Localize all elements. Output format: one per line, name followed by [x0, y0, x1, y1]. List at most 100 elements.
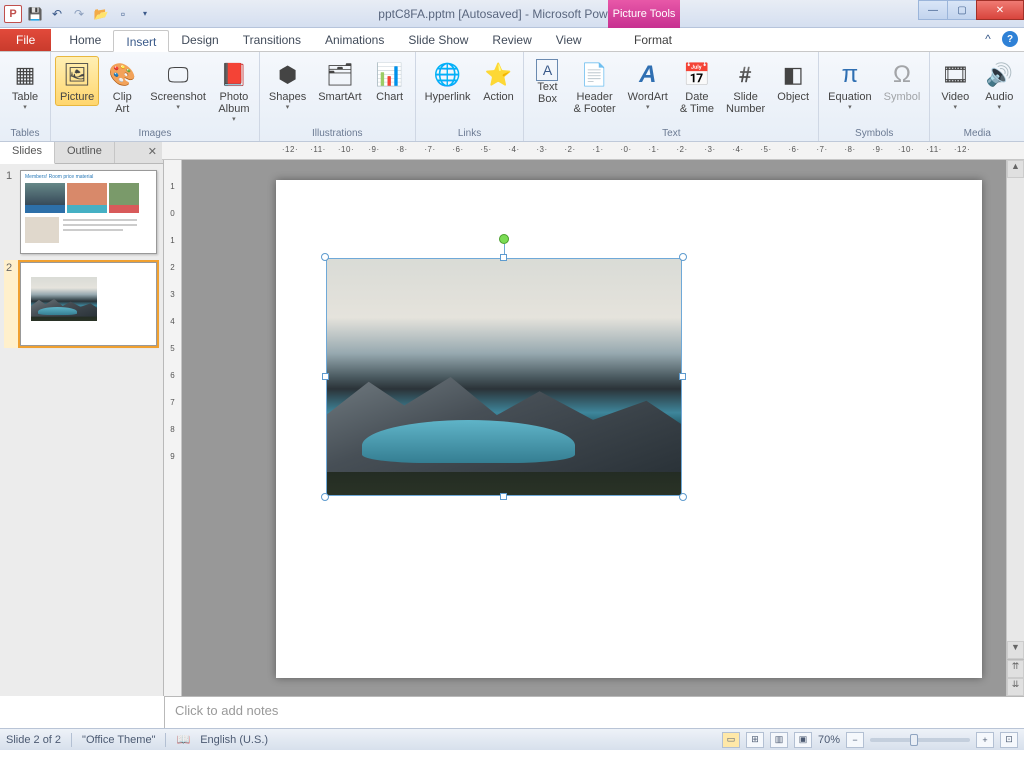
resize-handle-nw[interactable]	[321, 253, 329, 261]
slide-thumbnail-1[interactable]: 1 Members! Room price material	[6, 170, 157, 254]
zoom-thumb[interactable]	[910, 734, 918, 746]
resize-handle-sw[interactable]	[321, 493, 329, 501]
ribbon-tabs: File Home Insert Design Transitions Anim…	[0, 28, 1024, 52]
theme-indicator[interactable]: "Office Theme"	[82, 734, 155, 746]
design-tab[interactable]: Design	[169, 29, 230, 51]
audio-button[interactable]: 🔊Audio▾	[978, 56, 1020, 114]
window-controls: — ▢ ✕	[919, 0, 1024, 20]
zoom-level[interactable]: 70%	[818, 734, 840, 746]
fit-window-button[interactable]: ⊡	[1000, 732, 1018, 748]
zoom-out-button[interactable]: −	[846, 732, 864, 748]
clipart-icon: 🎨	[106, 59, 138, 91]
screenshot-icon: 🖵	[162, 59, 194, 91]
sorter-view-button[interactable]: ⊞	[746, 732, 764, 748]
rotate-handle[interactable]	[499, 234, 509, 244]
slides-panel: Slides Outline ✕ 1 Members! Room price m…	[0, 142, 164, 696]
slideshow-view-button[interactable]: ▣	[794, 732, 812, 748]
shapes-button[interactable]: ⬢Shapes▾	[264, 56, 311, 114]
home-tab[interactable]: Home	[57, 29, 113, 51]
wordart-button[interactable]: AWordArt▾	[623, 56, 673, 114]
resize-handle-se[interactable]	[679, 493, 687, 501]
clipart-button[interactable]: 🎨Clip Art	[101, 56, 143, 118]
format-tab[interactable]: Format	[622, 29, 684, 51]
resize-handle-ne[interactable]	[679, 253, 687, 261]
prev-slide-icon[interactable]: ⇈	[1007, 660, 1024, 678]
slide-indicator[interactable]: Slide 2 of 2	[6, 734, 61, 746]
group-tables: ▦Table▾ Tables	[0, 52, 51, 141]
view-tab[interactable]: View	[544, 29, 594, 51]
vertical-ruler[interactable]: 10123456789	[164, 160, 182, 696]
group-label-text: Text	[528, 127, 814, 141]
resize-handle-s[interactable]	[500, 493, 507, 500]
group-links: 🌐Hyperlink ⭐Action Links	[416, 52, 525, 141]
smartart-icon: 🗂	[324, 59, 356, 91]
textbox-button[interactable]: AText Box	[528, 56, 566, 108]
vertical-scrollbar[interactable]: ▲ ▼ ⇈ ⇊	[1006, 160, 1024, 696]
normal-view-button[interactable]: ▭	[722, 732, 740, 748]
outline-tab[interactable]: Outline	[55, 142, 115, 163]
maximize-button[interactable]: ▢	[947, 0, 977, 20]
smartart-button[interactable]: 🗂SmartArt	[313, 56, 366, 106]
save-icon[interactable]: 💾	[26, 5, 44, 23]
new-icon[interactable]: ▫	[114, 5, 132, 23]
file-tab[interactable]: File	[0, 29, 51, 51]
slidenumber-button[interactable]: #️Slide Number	[721, 56, 770, 118]
audio-icon: 🔊	[983, 59, 1015, 91]
selected-picture[interactable]	[326, 258, 682, 496]
screenshot-button[interactable]: 🖵Screenshot▾	[145, 56, 211, 114]
zoom-in-button[interactable]: +	[976, 732, 994, 748]
open-icon[interactable]: 📂	[92, 5, 110, 23]
close-panel-icon[interactable]: ✕	[142, 142, 163, 163]
picture-button[interactable]: 🖼Picture	[55, 56, 99, 106]
close-button[interactable]: ✕	[976, 0, 1024, 20]
slides-tab[interactable]: Slides	[0, 142, 55, 164]
action-button[interactable]: ⭐Action	[477, 56, 519, 106]
table-button[interactable]: ▦Table▾	[4, 56, 46, 114]
scroll-down-icon[interactable]: ▼	[1007, 641, 1024, 659]
headerfooter-button[interactable]: 📄Header & Footer	[568, 56, 620, 118]
slide-canvas[interactable]	[276, 180, 982, 678]
minimize-ribbon-icon[interactable]: ^	[980, 31, 996, 47]
undo-icon[interactable]: ↶	[48, 5, 66, 23]
slide-canvas-area[interactable]	[182, 160, 1006, 696]
language-indicator[interactable]: English (U.S.)	[200, 734, 268, 746]
spellcheck-icon[interactable]: 📖	[176, 733, 190, 746]
video-button[interactable]: 🎞Video▾	[934, 56, 976, 114]
zoom-slider[interactable]	[870, 738, 970, 742]
equation-button[interactable]: πEquation▾	[823, 56, 876, 114]
insert-tab[interactable]: Insert	[113, 30, 169, 52]
shapes-icon: ⬢	[272, 59, 304, 91]
slide-thumbnail-2[interactable]: 2	[4, 260, 159, 348]
slideshow-tab[interactable]: Slide Show	[396, 29, 480, 51]
qat-more-icon[interactable]: ▾	[136, 5, 154, 23]
object-button[interactable]: ◧Object	[772, 56, 814, 106]
group-text: AText Box 📄Header & Footer AWordArt▾ 📅Da…	[524, 52, 819, 141]
scroll-up-icon[interactable]: ▲	[1007, 160, 1024, 178]
datetime-button[interactable]: 📅Date & Time	[675, 56, 719, 118]
group-label-tables: Tables	[4, 127, 46, 141]
hyperlink-button[interactable]: 🌐Hyperlink	[420, 56, 476, 106]
symbol-icon: Ω	[886, 59, 918, 91]
resize-handle-e[interactable]	[679, 373, 686, 380]
group-images: 🖼Picture 🎨Clip Art 🖵Screenshot▾ 📕Photo A…	[51, 52, 260, 141]
group-media: 🎞Video▾ 🔊Audio▾ Media	[930, 52, 1024, 141]
reading-view-button[interactable]: ▥	[770, 732, 788, 748]
action-icon: ⭐	[482, 59, 514, 91]
redo-icon[interactable]: ↷	[70, 5, 88, 23]
next-slide-icon[interactable]: ⇊	[1007, 678, 1024, 696]
photoalbum-button[interactable]: 📕Photo Album▾	[213, 56, 255, 126]
animations-tab[interactable]: Animations	[313, 29, 396, 51]
app-icon[interactable]: P	[4, 5, 22, 23]
headerfooter-icon: 📄	[579, 59, 611, 91]
status-bar: Slide 2 of 2 "Office Theme" 📖 English (U…	[0, 728, 1024, 750]
notes-pane[interactable]: Click to add notes	[164, 696, 1024, 728]
minimize-button[interactable]: —	[918, 0, 948, 20]
help-icon[interactable]: ?	[1002, 31, 1018, 47]
chart-button[interactable]: 📊Chart	[369, 56, 411, 106]
horizontal-ruler[interactable]: ·12··11··10··9··8··7··6··5··4··3··2··1··…	[162, 142, 1024, 160]
transitions-tab[interactable]: Transitions	[231, 29, 313, 51]
review-tab[interactable]: Review	[480, 29, 543, 51]
table-icon: ▦	[9, 59, 41, 91]
resize-handle-w[interactable]	[322, 373, 329, 380]
resize-handle-n[interactable]	[500, 254, 507, 261]
